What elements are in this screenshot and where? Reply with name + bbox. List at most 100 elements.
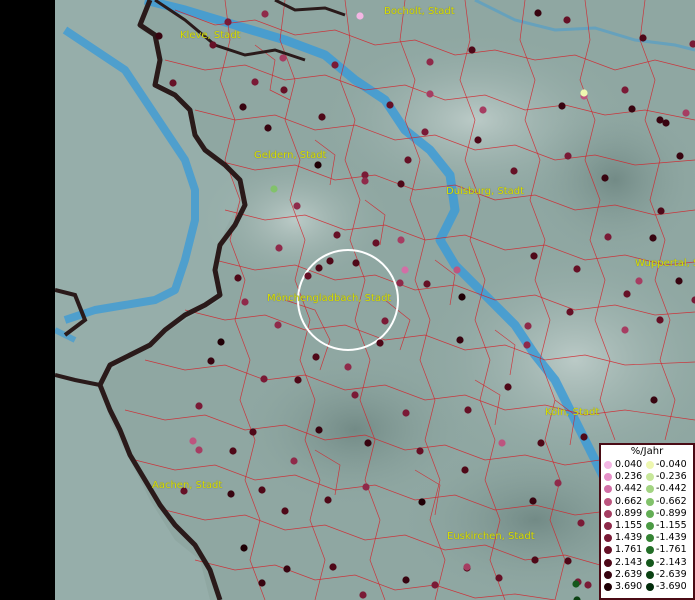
station-point[interactable] <box>530 252 538 260</box>
station-point[interactable] <box>604 233 612 241</box>
station-point[interactable] <box>331 61 339 69</box>
station-point[interactable] <box>453 266 461 274</box>
station-point[interactable] <box>207 357 215 365</box>
station-point[interactable] <box>689 40 695 48</box>
station-point[interactable] <box>155 32 163 40</box>
station-point[interactable] <box>217 338 225 346</box>
station-point[interactable] <box>573 265 581 273</box>
station-point[interactable] <box>639 34 647 42</box>
station-point[interactable] <box>241 298 249 306</box>
station-point[interactable] <box>281 507 289 515</box>
station-point[interactable] <box>621 86 629 94</box>
station-point[interactable] <box>554 479 562 487</box>
station-point[interactable] <box>461 466 469 474</box>
station-point[interactable] <box>577 519 585 527</box>
station-point[interactable] <box>189 437 197 445</box>
station-point[interactable] <box>364 439 372 447</box>
station-point[interactable] <box>510 167 518 175</box>
station-point[interactable] <box>474 136 482 144</box>
station-point[interactable] <box>280 86 288 94</box>
station-point[interactable] <box>326 257 334 265</box>
station-point[interactable] <box>294 376 302 384</box>
station-point[interactable] <box>258 486 266 494</box>
station-point[interactable] <box>456 336 464 344</box>
station-point[interactable] <box>227 490 235 498</box>
station-point[interactable] <box>431 581 439 589</box>
station-point[interactable] <box>195 402 203 410</box>
station-point[interactable] <box>537 439 545 447</box>
station-point[interactable] <box>584 581 592 589</box>
station-point[interactable] <box>293 202 301 210</box>
station-point[interactable] <box>621 326 629 334</box>
station-point[interactable] <box>362 483 370 491</box>
station-point[interactable] <box>534 9 542 17</box>
station-point[interactable] <box>290 457 298 465</box>
station-point[interactable] <box>458 293 466 301</box>
station-point[interactable] <box>529 497 537 505</box>
station-point[interactable] <box>229 447 237 455</box>
station-point[interactable] <box>397 236 405 244</box>
station-point[interactable] <box>249 428 257 436</box>
station-point[interactable] <box>251 78 259 86</box>
station-point[interactable] <box>333 231 341 239</box>
station-point[interactable] <box>361 177 369 185</box>
station-point[interactable] <box>344 363 352 371</box>
station-point[interactable] <box>416 447 424 455</box>
station-point[interactable] <box>464 406 472 414</box>
station-point[interactable] <box>324 496 332 504</box>
station-point[interactable] <box>623 290 631 298</box>
station-point[interactable] <box>283 565 291 573</box>
station-point[interactable] <box>351 391 359 399</box>
station-point[interactable] <box>195 446 203 454</box>
station-point[interactable] <box>421 128 429 136</box>
station-point[interactable] <box>329 563 337 571</box>
station-point[interactable] <box>376 339 384 347</box>
station-point[interactable] <box>682 109 690 117</box>
station-point[interactable] <box>649 234 657 242</box>
station-point[interactable] <box>169 79 177 87</box>
station-point[interactable] <box>524 322 532 330</box>
station-point[interactable] <box>372 239 380 247</box>
station-point[interactable] <box>314 161 322 169</box>
station-point[interactable] <box>463 563 471 571</box>
station-point[interactable] <box>279 54 287 62</box>
station-point[interactable] <box>504 383 512 391</box>
station-point[interactable] <box>498 439 506 447</box>
station-point[interactable] <box>656 316 664 324</box>
station-point[interactable] <box>260 375 268 383</box>
station-point[interactable] <box>426 58 434 66</box>
station-point[interactable] <box>404 156 412 164</box>
station-point[interactable] <box>315 264 323 272</box>
station-point[interactable] <box>270 185 278 193</box>
station-point[interactable] <box>224 18 232 26</box>
station-point[interactable] <box>312 353 320 361</box>
station-point[interactable] <box>418 498 426 506</box>
station-point[interactable] <box>635 277 643 285</box>
station-point[interactable] <box>564 152 572 160</box>
station-point[interactable] <box>580 433 588 441</box>
station-point[interactable] <box>563 16 571 24</box>
station-point[interactable] <box>650 396 658 404</box>
station-point[interactable] <box>531 556 539 564</box>
station-point[interactable] <box>352 259 360 267</box>
station-point[interactable] <box>580 89 588 97</box>
station-point[interactable] <box>676 152 684 160</box>
station-point[interactable] <box>401 266 409 274</box>
station-point[interactable] <box>402 409 410 417</box>
station-point[interactable] <box>558 102 566 110</box>
station-point[interactable] <box>479 106 487 114</box>
station-point[interactable] <box>258 579 266 587</box>
station-point[interactable] <box>315 426 323 434</box>
station-point[interactable] <box>628 105 636 113</box>
station-point[interactable] <box>572 580 580 588</box>
station-point[interactable] <box>566 308 574 316</box>
station-point[interactable] <box>318 113 326 121</box>
station-point[interactable] <box>396 279 404 287</box>
station-point[interactable] <box>386 101 394 109</box>
station-point[interactable] <box>601 174 609 182</box>
station-point[interactable] <box>523 341 531 349</box>
station-point[interactable] <box>573 596 581 600</box>
station-point[interactable] <box>264 124 272 132</box>
station-point[interactable] <box>423 280 431 288</box>
station-point[interactable] <box>240 544 248 552</box>
